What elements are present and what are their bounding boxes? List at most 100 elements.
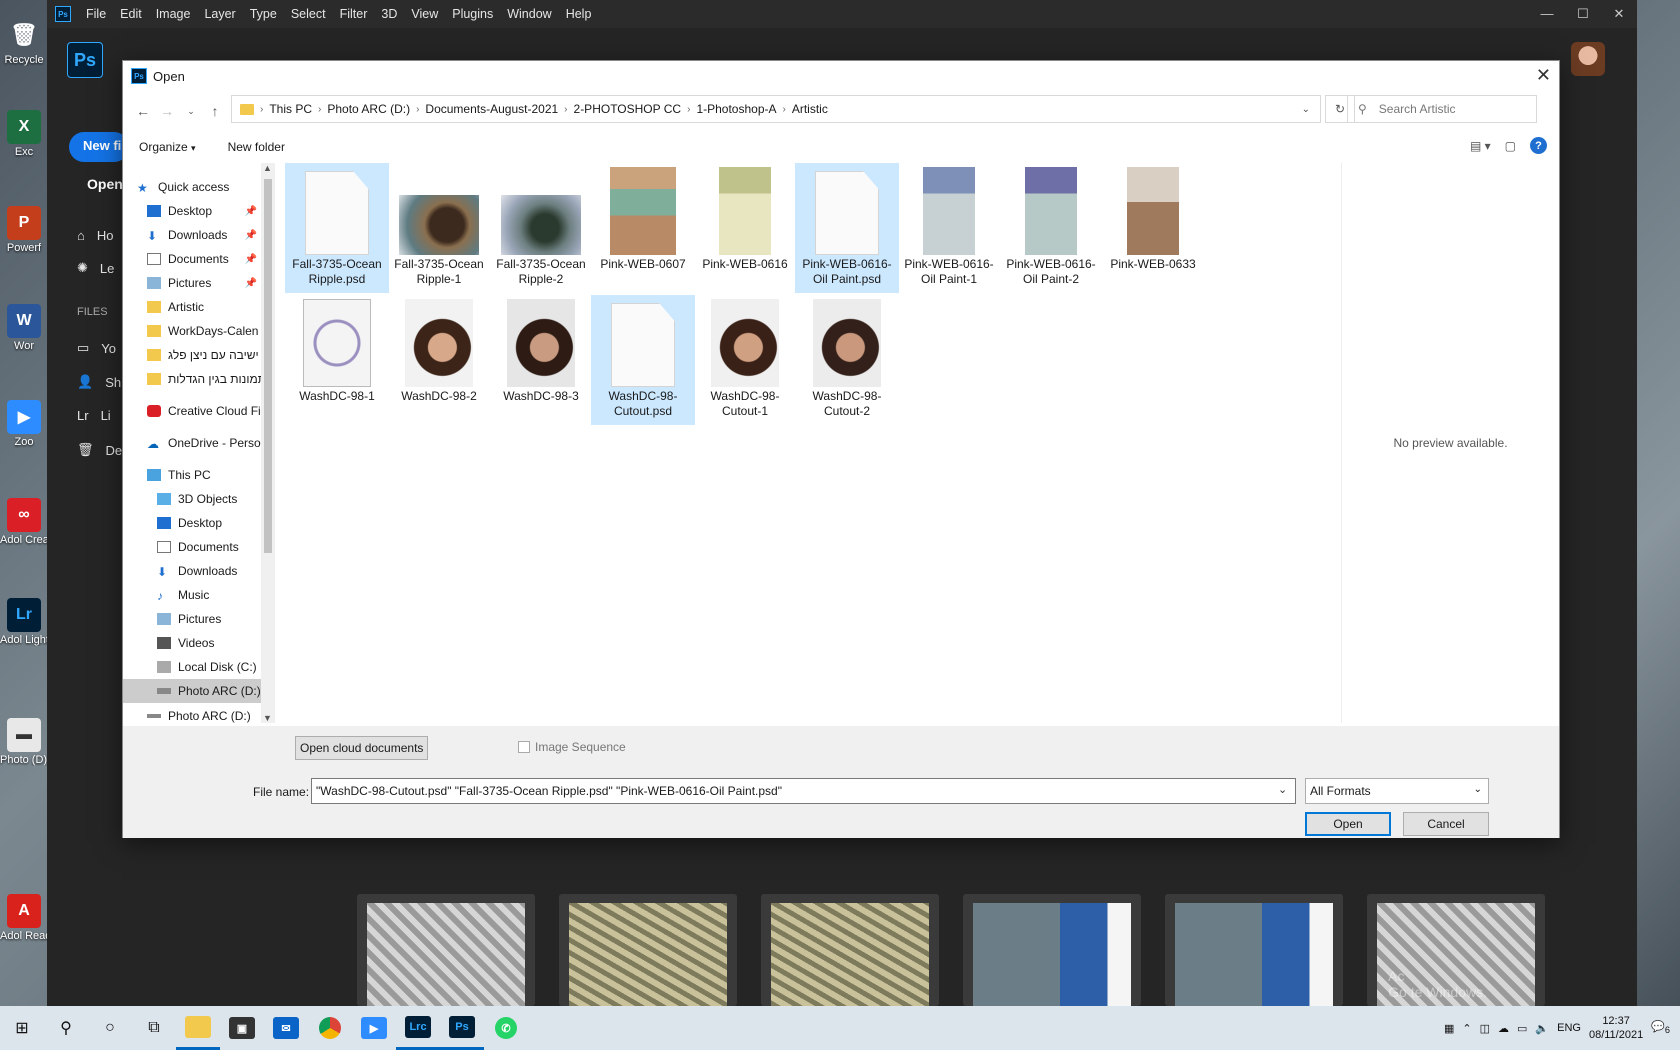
recent-file-card[interactable]: [559, 894, 737, 1006]
nav-pc-local-disk[interactable]: Local Disk (C:): [123, 655, 263, 679]
menu-edit[interactable]: Edit: [113, 7, 149, 21]
file-name-field[interactable]: "WashDC-98-Cutout.psd" "Fall-3735-Ocean …: [311, 778, 1296, 804]
nav-quick-downloads[interactable]: ⬇ Downloads 📌: [123, 223, 263, 247]
menu-image[interactable]: Image: [149, 7, 198, 21]
nav-quick-begin-photos[interactable]: תמונות בגין הגדלות: [123, 367, 263, 391]
breadcrumb-artistic[interactable]: Artistic: [786, 102, 834, 116]
open-button[interactable]: Open: [1305, 812, 1391, 836]
meet-now-icon[interactable]: ◫: [1480, 1022, 1490, 1035]
organize-button[interactable]: Organize ▾: [123, 140, 212, 154]
nav-pane-scrollbar[interactable]: ▲ ▼: [261, 163, 275, 723]
file-item[interactable]: Fall-3735-Ocean Ripple.psd: [285, 163, 389, 293]
whatsapp-icon[interactable]: ✆: [484, 1006, 528, 1050]
minimize-icon[interactable]: —: [1529, 6, 1565, 22]
avatar[interactable]: [1571, 42, 1605, 76]
speaker-icon[interactable]: 🔈: [1535, 1022, 1549, 1035]
search-icon[interactable]: ⚲: [44, 1006, 88, 1050]
nav-pc-downloads[interactable]: ⬇ Downloads: [123, 559, 263, 583]
image-sequence-option[interactable]: Image Sequence: [518, 740, 626, 754]
scrollbar-thumb[interactable]: [264, 179, 272, 553]
recent-file-card[interactable]: [1165, 894, 1343, 1006]
menu-file[interactable]: File: [79, 7, 113, 21]
start-windows-icon[interactable]: ⊞: [0, 1006, 44, 1050]
file-item[interactable]: WashDC-98-Cutout.psd: [591, 295, 695, 425]
nav-deleted[interactable]: 🗑 De: [77, 442, 122, 458]
menu-plugins[interactable]: Plugins: [445, 7, 500, 21]
cortana-circle-icon[interactable]: ○: [88, 1006, 132, 1050]
nav-quick-pictures[interactable]: Pictures 📌: [123, 271, 263, 295]
forward-arrow-icon[interactable]: →: [155, 103, 179, 119]
nav-lightroom[interactable]: Lr Li: [77, 408, 111, 423]
menu-window[interactable]: Window: [500, 7, 558, 21]
language-indicator[interactable]: ENG: [1557, 1022, 1581, 1034]
clock[interactable]: 12:37 08/11/2021: [1589, 1014, 1643, 1042]
file-item[interactable]: Pink-WEB-0616-Oil Paint.psd: [795, 163, 899, 293]
nav-pc-photo-arc[interactable]: Photo ARC (D:): [123, 679, 263, 703]
pin-icon[interactable]: 📌: [245, 230, 257, 241]
breadcrumb-documents[interactable]: Documents-August-2021: [419, 102, 564, 116]
file-item[interactable]: Pink-WEB-0616-Oil Paint-1: [897, 163, 1001, 293]
nav-your-files[interactable]: ▭ Yo: [77, 340, 116, 356]
cancel-button[interactable]: Cancel: [1403, 812, 1489, 836]
nav-photo-arc-network[interactable]: Photo ARC (D:): [123, 709, 263, 723]
breadcrumb-this-pc[interactable]: This PC: [263, 102, 318, 116]
nav-quick-desktop[interactable]: Desktop 📌: [123, 199, 263, 223]
file-item[interactable]: WashDC-98-Cutout-2: [795, 295, 899, 425]
view-options-icon[interactable]: ▤ ▾: [1470, 139, 1491, 153]
menu-layer[interactable]: Layer: [197, 7, 242, 21]
open-button[interactable]: Open: [87, 176, 123, 192]
desktop-icon-recycle-bin[interactable]: 🗑 Recycle: [0, 18, 48, 66]
nav-learn[interactable]: ✺ Le: [77, 260, 114, 276]
menu-3d[interactable]: 3D: [374, 7, 404, 21]
nav-pc-pictures[interactable]: Pictures: [123, 607, 263, 631]
desktop-icon-creative-cloud[interactable]: ∞ Adol Creat: [0, 498, 48, 546]
network-icon[interactable]: ▭: [1517, 1022, 1527, 1035]
breadcrumb-photoshop-a[interactable]: 1-Photoshop-A: [690, 102, 782, 116]
nav-quick-meeting[interactable]: ישיבה עם ניצן פלג: [123, 343, 263, 367]
mail-icon[interactable]: ✉: [264, 1006, 308, 1050]
keyboard-icon[interactable]: ▦: [1444, 1022, 1454, 1035]
recent-file-card[interactable]: [963, 894, 1141, 1006]
desktop-icon-acrobat[interactable]: A Adol Reade: [0, 894, 48, 942]
notification-center-icon[interactable]: 💬6: [1651, 1020, 1670, 1035]
file-item[interactable]: WashDC-98-2: [387, 295, 491, 425]
file-item[interactable]: Pink-WEB-0616: [693, 163, 797, 293]
nav-quick-artistic[interactable]: Artistic: [123, 295, 263, 319]
maximize-icon[interactable]: ☐: [1565, 6, 1601, 22]
task-view-icon[interactable]: ⧉: [132, 1006, 176, 1050]
menu-type[interactable]: Type: [243, 7, 284, 21]
photoshop-icon[interactable]: Ps: [440, 1006, 484, 1050]
file-item[interactable]: Fall-3735-Ocean Ripple-2: [489, 163, 593, 293]
nav-home[interactable]: ⌂ Ho: [77, 228, 113, 243]
file-name-dropdown-chevron-icon[interactable]: ⌄: [1278, 783, 1287, 796]
preview-pane-icon[interactable]: ▢: [1505, 139, 1516, 153]
file-type-select[interactable]: All Formats ⌄: [1305, 778, 1489, 804]
zoom-icon[interactable]: ▶: [352, 1006, 396, 1050]
menu-view[interactable]: View: [404, 7, 445, 21]
close-icon[interactable]: ✕: [1536, 65, 1551, 86]
nav-quick-workdays[interactable]: WorkDays-Calen: [123, 319, 263, 343]
nav-pc-documents[interactable]: Documents: [123, 535, 263, 559]
file-item[interactable]: Pink-WEB-0607: [591, 163, 695, 293]
help-icon[interactable]: ?: [1530, 137, 1547, 154]
nav-pc-videos[interactable]: Videos: [123, 631, 263, 655]
file-item[interactable]: WashDC-98-3: [489, 295, 593, 425]
pin-icon[interactable]: 📌: [245, 206, 257, 217]
chrome-icon[interactable]: [308, 1006, 352, 1050]
menu-help[interactable]: Help: [559, 7, 599, 21]
back-arrow-icon[interactable]: ←: [131, 103, 155, 119]
address-dropdown-chevron-icon[interactable]: ⌄: [1302, 104, 1310, 115]
nav-onedrive[interactable]: ☁ OneDrive - Person: [123, 431, 263, 455]
address-bar[interactable]: › This PC › Photo ARC (D:) › Documents-A…: [231, 95, 1321, 123]
store-icon[interactable]: ▣: [220, 1006, 264, 1050]
file-item[interactable]: Pink-WEB-0616-Oil Paint-2: [999, 163, 1103, 293]
desktop-icon-excel[interactable]: X Exc: [0, 110, 48, 158]
nav-shared[interactable]: 👤 Sh: [77, 374, 121, 390]
new-folder-button[interactable]: New folder: [212, 140, 301, 154]
file-item[interactable]: Fall-3735-Ocean Ripple-1: [387, 163, 491, 293]
breadcrumb-drive[interactable]: Photo ARC (D:): [321, 102, 416, 116]
image-sequence-checkbox[interactable]: [518, 741, 530, 753]
menu-filter[interactable]: Filter: [333, 7, 375, 21]
show-hidden-icons-chevron-icon[interactable]: ⌃: [1462, 1022, 1471, 1035]
close-icon[interactable]: ✕: [1601, 6, 1637, 22]
